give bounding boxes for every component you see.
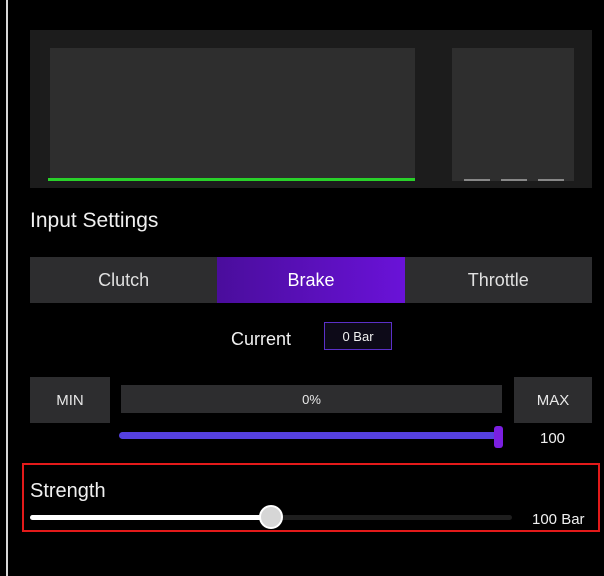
max-value-readout: 100 <box>540 430 566 447</box>
input-settings-title: Input Settings <box>30 209 159 232</box>
strength-label: Strength <box>30 480 106 502</box>
min-button[interactable]: MIN <box>30 377 110 423</box>
tab-brake[interactable]: Brake <box>217 257 405 303</box>
pedal-tabs: Clutch Brake Throttle <box>30 257 592 303</box>
range-percent-display: 0% <box>121 385 502 413</box>
input-trace-graph <box>50 48 415 181</box>
strength-highlight-box <box>22 463 600 532</box>
range-slider-handle[interactable] <box>494 426 503 448</box>
strength-slider-fill <box>30 515 271 520</box>
input-level-meter <box>452 48 574 181</box>
strength-value: 100 Bar <box>532 511 585 528</box>
meter-bar-brake <box>501 179 527 181</box>
max-button[interactable]: MAX <box>514 377 592 423</box>
current-value: 0 Bar <box>324 322 392 350</box>
input-trace-line <box>48 178 415 181</box>
tab-throttle[interactable]: Throttle <box>404 257 592 303</box>
range-slider-track[interactable] <box>119 432 499 439</box>
meter-bar-clutch <box>464 179 490 181</box>
meter-bar-throttle <box>538 179 564 181</box>
current-label: Current <box>231 329 292 349</box>
tab-clutch[interactable]: Clutch <box>30 257 218 303</box>
strength-slider-knob[interactable] <box>259 505 283 529</box>
